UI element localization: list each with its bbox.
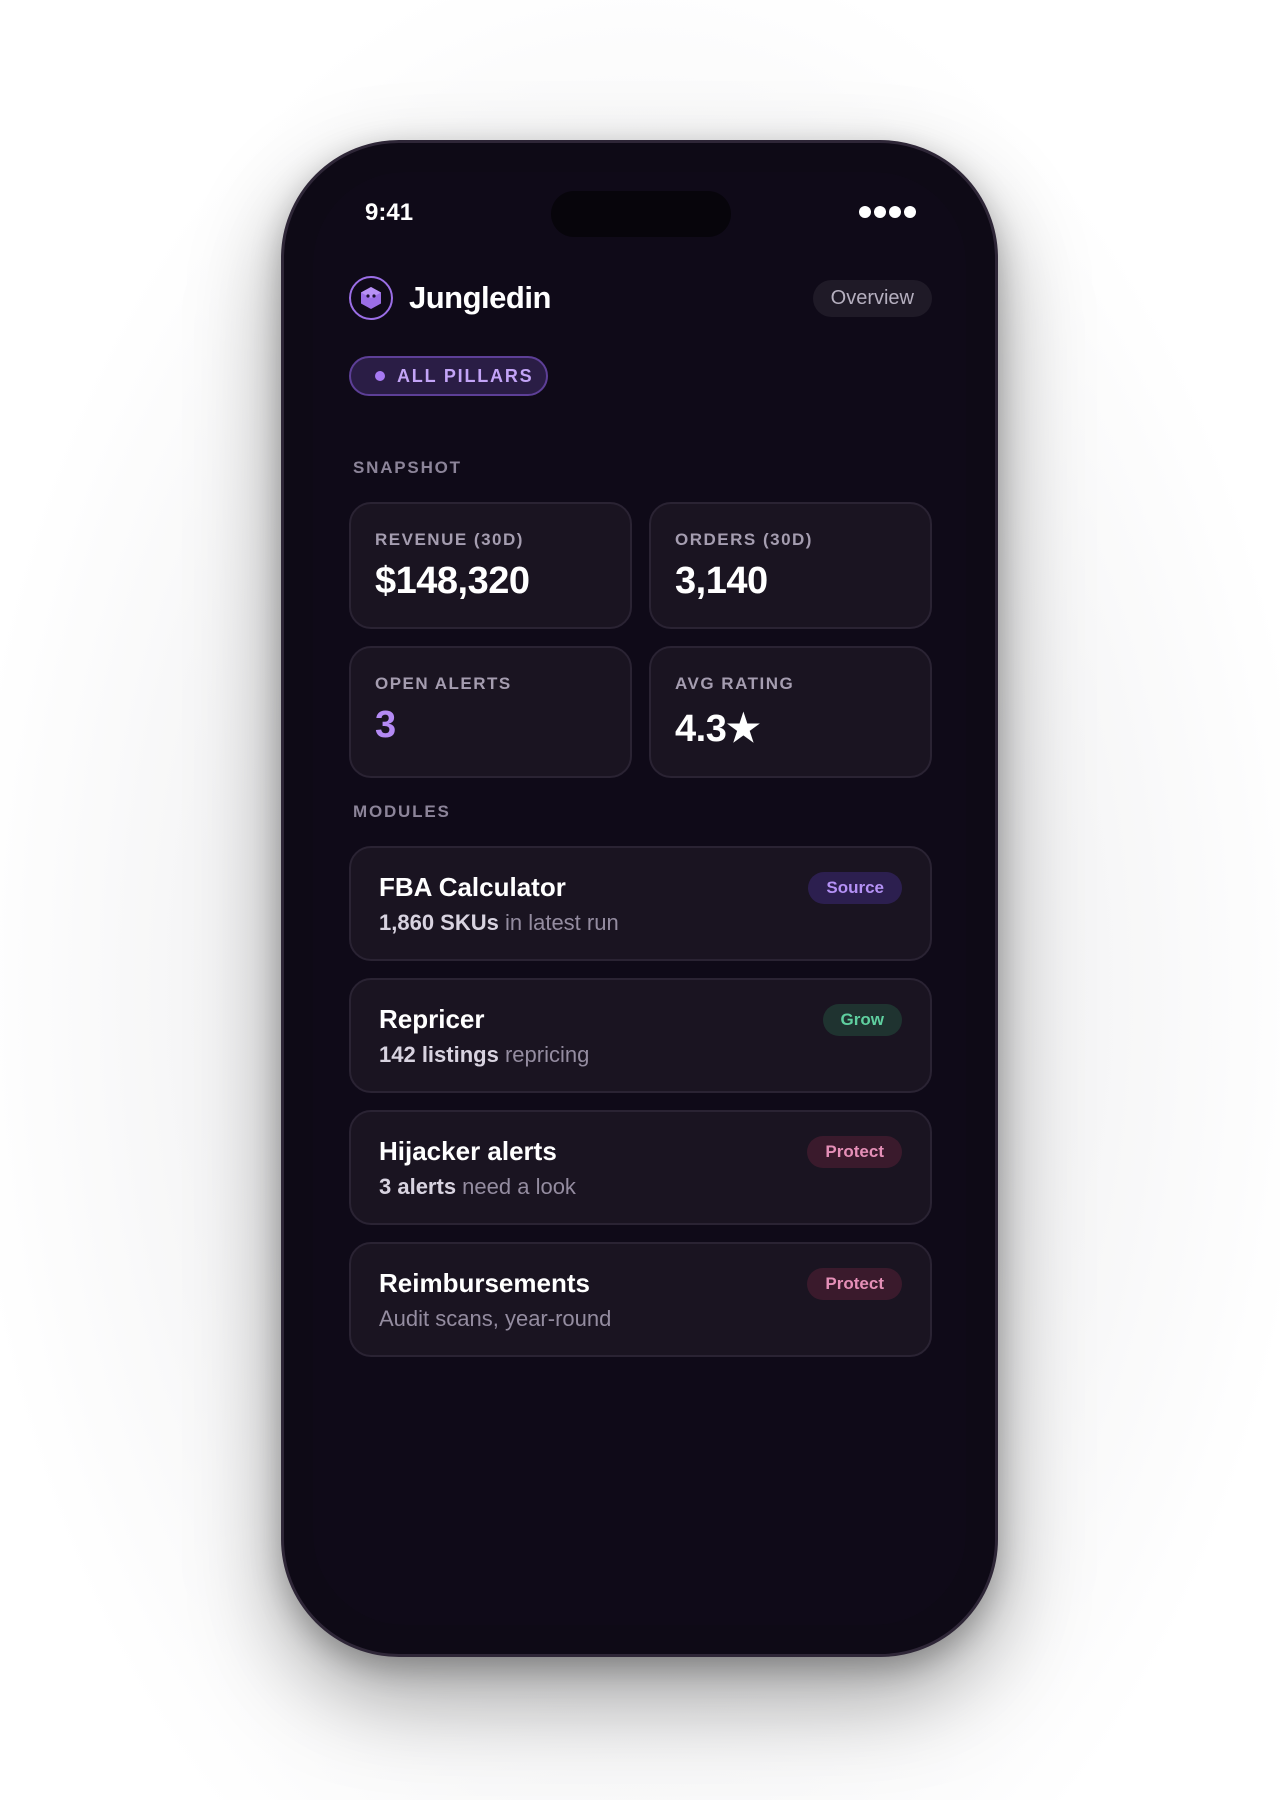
- status-time: 9:41: [365, 199, 414, 226]
- module-sub-highlight: 1,860 SKUs: [379, 910, 499, 935]
- stat-label: REVENUE (30D): [375, 530, 524, 549]
- stat-value: 3,140: [675, 560, 768, 602]
- module-sub-text: Audit scans, year-round: [379, 1306, 612, 1331]
- app-name: Jungledin: [409, 280, 551, 315]
- stat-value: $148,320: [375, 560, 530, 602]
- module-sub-highlight: 142 listings: [379, 1042, 499, 1067]
- stat-card-orders[interactable]: ORDERS (30D) 3,140: [649, 502, 932, 629]
- app-screen: 9:41 Jungledin Overview ALL PILLARS SNAP…: [313, 172, 966, 1625]
- pillar-badge: Source: [808, 872, 902, 904]
- signal-dots-icon: [859, 206, 916, 218]
- module-subtitle: Audit scans, year-round: [379, 1306, 611, 1332]
- module-title: FBA Calculator: [379, 872, 566, 902]
- module-sub-highlight: 3 alerts: [379, 1174, 457, 1199]
- pillar-badge: Protect: [807, 1268, 902, 1300]
- module-subtitle: 1,860 SKUs in latest run: [379, 910, 619, 936]
- stat-label: ORDERS (30D): [675, 530, 813, 549]
- dynamic-island: [551, 191, 731, 237]
- filter-label: ALL PILLARS: [397, 365, 534, 386]
- module-sub-text: need a look: [456, 1174, 576, 1199]
- module-card-hijacker-alerts[interactable]: Hijacker alerts 3 alerts need a look Pro…: [349, 1110, 932, 1225]
- module-title: Reimbursements: [379, 1268, 590, 1298]
- pillar-badge: Grow: [822, 1004, 902, 1036]
- snapshot-heading: SNAPSHOT: [353, 458, 462, 477]
- overview-button[interactable]: Overview: [812, 280, 932, 317]
- module-title: Hijacker alerts: [379, 1136, 557, 1166]
- stat-label: AVG RATING: [675, 674, 795, 693]
- module-sub-text: in latest run: [498, 910, 619, 935]
- module-title: Repricer: [379, 1004, 485, 1034]
- stat-card-revenue[interactable]: REVENUE (30D) $148,320: [349, 502, 632, 629]
- pillar-dot-icon: [375, 371, 385, 381]
- stat-card-open-alerts[interactable]: OPEN ALERTS 3: [349, 646, 632, 778]
- hexagon-cube-icon: [349, 276, 393, 320]
- module-card-reimbursements[interactable]: Reimbursements Audit scans, year-round P…: [349, 1242, 932, 1357]
- module-card-fba-calculator[interactable]: FBA Calculator 1,860 SKUs in latest run …: [349, 846, 932, 961]
- stat-card-avg-rating[interactable]: AVG RATING 4.3★: [649, 646, 932, 778]
- module-card-repricer[interactable]: Repricer 142 listings repricing Grow: [349, 978, 932, 1093]
- modules-heading: MODULES: [353, 802, 451, 821]
- module-subtitle: 3 alerts need a look: [379, 1174, 576, 1200]
- all-pillars-filter[interactable]: ALL PILLARS: [349, 356, 548, 396]
- phone-frame: 9:41 Jungledin Overview ALL PILLARS SNAP…: [281, 140, 998, 1657]
- module-sub-text: repricing: [498, 1042, 590, 1067]
- stat-label: OPEN ALERTS: [375, 674, 512, 693]
- module-subtitle: 142 listings repricing: [379, 1042, 589, 1068]
- backdrop: 9:41 Jungledin Overview ALL PILLARS SNAP…: [0, 0, 1280, 1800]
- pillar-badge: Protect: [807, 1136, 902, 1168]
- stat-value: 3: [375, 704, 396, 746]
- stat-value: 4.3★: [675, 708, 760, 750]
